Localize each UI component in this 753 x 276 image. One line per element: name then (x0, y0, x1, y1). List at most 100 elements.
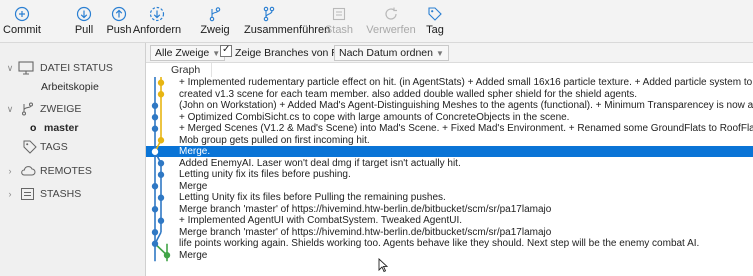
discard-button[interactable]: Verwerfen (366, 4, 416, 36)
commit-message: + Optimized CombiSicht.cs to cope with l… (179, 111, 570, 123)
commit-message: (John on Workstation) + Added Mad's Agen… (179, 100, 753, 111)
sidebar-item-tags[interactable]: TAGS (0, 139, 145, 155)
commit-row[interactable]: Added EnemyAI. Laser won't deal dmg if t… (146, 158, 753, 169)
commit-node[interactable] (157, 194, 165, 201)
fetch-circle-icon (149, 6, 165, 22)
commit-row[interactable]: Merge. (146, 146, 753, 157)
sort-order-dropdown[interactable]: Nach Datum ordnen ▼ (334, 45, 449, 61)
chevron-down-icon: ▼ (435, 49, 444, 58)
remotes-label: REMOTES (40, 165, 92, 177)
commit-row[interactable]: Letting Unity fix its files before Pulli… (146, 192, 753, 203)
branch-button[interactable]: Zweig (190, 4, 240, 36)
commit-button[interactable]: Commit (0, 4, 47, 36)
branch-icon (209, 7, 221, 22)
current-branch-marker: o (30, 122, 37, 134)
tag-button[interactable]: Tag (410, 4, 460, 36)
commit-row[interactable]: Mob group gets pulled on first incoming … (146, 135, 753, 146)
chevron-right-icon: › (8, 189, 12, 199)
merge-icon (263, 6, 275, 22)
chevron-down-icon: ∨ (6, 63, 14, 73)
commit-graph (151, 77, 171, 262)
commit-row[interactable]: + Merged Scenes (V1.2 & Mad's Scene) int… (146, 123, 753, 134)
commit-message: + Merged Scenes (V1.2 & Mad's Scene) int… (179, 123, 753, 134)
commit-message: Merge branch 'master' of https://hivemin… (179, 203, 552, 215)
commit-row[interactable]: Merge branch 'master' of https://hivemin… (146, 204, 753, 215)
commit-node[interactable] (151, 114, 159, 121)
commit-node[interactable] (151, 148, 159, 155)
commit-node[interactable] (157, 79, 165, 86)
branch-filter-dropdown[interactable]: Alle Zweige ▼ (150, 45, 226, 61)
file-status-label: DATEI STATUS (40, 62, 113, 74)
sidebar-item-file-status[interactable]: ∨ DATEI STATUS (0, 60, 145, 76)
commit-row[interactable]: Merge (146, 250, 753, 261)
commit-node[interactable] (151, 183, 159, 190)
commit-row[interactable]: + Implemented rudementary particle effec… (146, 77, 753, 88)
sort-order-value: Nach Datum ordnen (339, 47, 433, 59)
tag-icon (428, 7, 442, 21)
graph-header-label: Graph (171, 64, 201, 76)
commit-label: Commit (3, 24, 41, 36)
commit-message: + Implemented AgentUI with CombatSystem.… (179, 215, 463, 226)
graph-column-header[interactable]: Graph (146, 63, 212, 77)
commit-message: + Implemented rudementary particle effec… (179, 77, 753, 88)
sidebar: ∨ DATEI STATUS Arbeitskopie ∨ ZWEIGE o m… (0, 43, 146, 276)
cloud-icon (21, 166, 36, 176)
commit-row[interactable]: Letting unity fix its files before pushi… (146, 169, 753, 180)
commit-row[interactable]: life points working again. Shields worki… (146, 238, 753, 249)
monitor-icon (18, 61, 34, 75)
discard-icon (385, 7, 397, 20)
filter-bar: Alle Zweige▼ Zeige Branches von Remote N… (146, 43, 753, 63)
commit-message: Merge branch 'master' of https://hivemin… (179, 226, 552, 238)
checkbox-checked-icon (220, 43, 232, 57)
stash-button[interactable]: Stash (314, 4, 364, 36)
commit-node[interactable] (157, 160, 165, 167)
fetch-button[interactable]: Anfordern (132, 4, 182, 36)
branch-label: Zweig (200, 24, 230, 36)
working-copy-label: Arbeitskopie (41, 81, 99, 93)
branch-filter-value: Alle Zweige (155, 47, 210, 59)
commit-node[interactable] (157, 137, 165, 144)
sidebar-item-working-copy[interactable]: Arbeitskopie (0, 79, 145, 95)
sidebar-item-remotes[interactable]: › REMOTES (0, 163, 145, 179)
arrow-down-circle-icon (76, 6, 92, 22)
commit-row[interactable]: + Implemented AgentUI with CombatSystem.… (146, 215, 753, 226)
commit-row[interactable]: + Optimized CombiSicht.cs to cope with l… (146, 112, 753, 123)
commit-node[interactable] (151, 125, 159, 132)
commit-node[interactable] (151, 206, 159, 213)
commit-message: Letting unity fix its files before pushi… (179, 169, 351, 180)
commit-row[interactable]: created v1.3 scene for each team member.… (146, 89, 753, 100)
commit-node[interactable] (151, 102, 159, 109)
commit-node[interactable] (163, 252, 171, 259)
commit-row[interactable]: (John on Workstation) + Added Mad's Agen… (146, 100, 753, 111)
mouse-cursor-icon (378, 258, 388, 273)
chevron-right-icon: › (8, 166, 12, 176)
stash-icon (332, 7, 346, 21)
tag-label: Tag (426, 24, 444, 36)
commit-row[interactable]: Merge branch 'master' of https://hivemin… (146, 227, 753, 238)
discard-label: Verwerfen (366, 24, 416, 36)
merge-button[interactable]: Zusammenführen (244, 4, 330, 36)
tag-icon (23, 140, 37, 154)
commit-message: life points working again. Shields worki… (179, 238, 700, 249)
arrow-up-circle-icon (111, 6, 127, 22)
sidebar-item-stashes[interactable]: › STASHS (0, 186, 145, 202)
toolbar: Commit Pull Push Anfordern Zweig Zusamme… (0, 0, 753, 43)
commit-message: created v1.3 scene for each team member.… (179, 88, 638, 100)
commit-message: Letting Unity fix its files before Pulli… (179, 192, 446, 203)
stashes-label: STASHS (40, 188, 82, 200)
commit-node[interactable] (157, 171, 165, 178)
commit-row[interactable]: Merge (146, 181, 753, 192)
branch-icon (22, 102, 33, 116)
commit-node[interactable] (151, 229, 159, 236)
commit-node[interactable] (157, 91, 165, 98)
commit-history-panel: Alle Zweige▼ Zeige Branches von Remote N… (146, 43, 753, 276)
sidebar-item-master[interactable]: o master (0, 120, 145, 136)
chevron-down-icon: ∨ (6, 104, 14, 114)
sidebar-item-branches[interactable]: ∨ ZWEIGE (0, 101, 145, 117)
commit-node[interactable] (151, 240, 159, 247)
stash-icon (21, 188, 34, 200)
commit-node[interactable] (157, 217, 165, 224)
branches-label: ZWEIGE (40, 103, 82, 115)
commit-message: Added EnemyAI. Laser won't deal dmg if t… (179, 157, 461, 169)
chevron-down-icon: ▼ (212, 49, 221, 58)
